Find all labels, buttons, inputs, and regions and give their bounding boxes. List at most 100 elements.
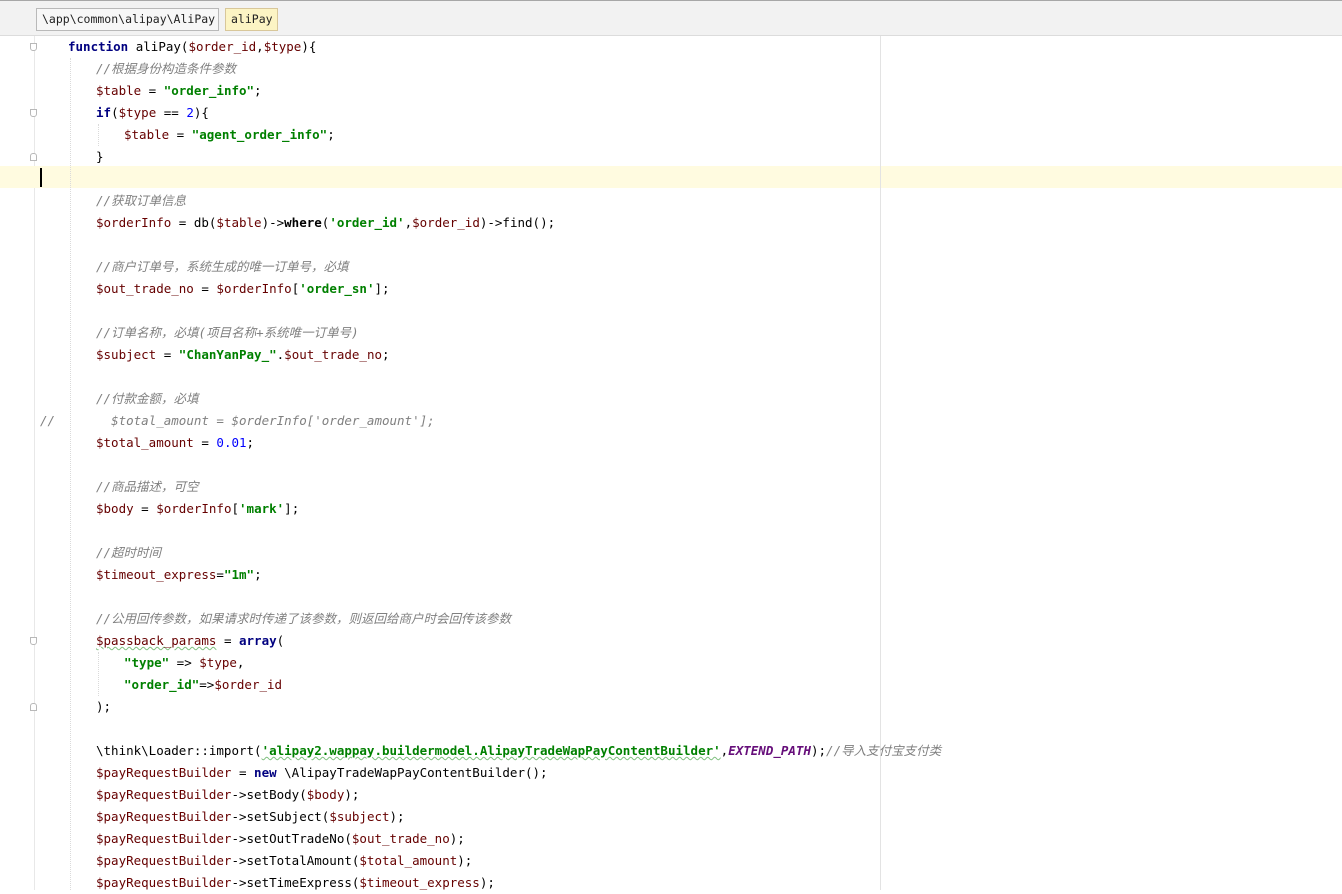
- punct: =>: [169, 655, 200, 670]
- punct: =: [193, 281, 217, 296]
- punct: =: [231, 765, 255, 780]
- code-line[interactable]: }: [96, 146, 104, 168]
- editor-gutter[interactable]: [0, 36, 34, 890]
- code-comment[interactable]: //超时时间: [96, 542, 161, 564]
- code-line[interactable]: $payRequestBuilder->setOutTradeNo($out_t…: [96, 828, 465, 850]
- variable: $timeout_express: [359, 875, 480, 890]
- punct: ){: [301, 39, 317, 54]
- code-line[interactable]: $total_amount = 0.01;: [96, 432, 254, 454]
- punct: =: [133, 501, 157, 516]
- method-name: where: [284, 215, 322, 230]
- string-literal: "ChanYanPay_": [178, 347, 277, 362]
- code-line[interactable]: $payRequestBuilder->setTotalAmount($tota…: [96, 850, 472, 872]
- punct: ];: [284, 501, 300, 516]
- code-line[interactable]: $table = "order_info";: [96, 80, 262, 102]
- string-literal: "type": [124, 655, 170, 670]
- punct: (: [276, 633, 285, 648]
- punct: =: [193, 435, 217, 450]
- breadcrumb-function[interactable]: aliPay: [225, 8, 278, 31]
- variable: $payRequestBuilder: [96, 765, 232, 780]
- keyword: array: [239, 633, 277, 648]
- comment-slashes: //: [40, 413, 56, 428]
- code-line[interactable]: \think\Loader::import('alipay2.wappay.bu…: [96, 740, 941, 762]
- keyword: function: [68, 39, 129, 54]
- punct: ,: [236, 655, 245, 670]
- punct: )->: [261, 215, 285, 230]
- class-path: \think\Loader::import(: [96, 743, 262, 758]
- fold-marker-icon[interactable]: [30, 43, 37, 51]
- inline-comment: //导入支付宝支付类: [826, 743, 942, 758]
- method-call: ->setTimeExpress(: [231, 875, 360, 890]
- string-literal: 'order_sn': [299, 281, 375, 296]
- code-comment[interactable]: //公用回传参数，如果请求时传递了该参数，则返回给商户时会回传该参数: [96, 608, 511, 630]
- fold-marker-icon[interactable]: [30, 153, 37, 161]
- code-line[interactable]: if($type == 2){: [96, 102, 209, 124]
- variable: $payRequestBuilder: [96, 809, 232, 824]
- punct: =: [216, 567, 224, 582]
- variable: $body: [96, 501, 134, 516]
- code-line[interactable]: $payRequestBuilder->setTimeExpress($time…: [96, 872, 495, 894]
- code-comment[interactable]: //付款金额，必填: [96, 388, 199, 410]
- punct: );: [457, 853, 473, 868]
- breadcrumb-bar: \app\common\alipay\AliPay aliPay: [0, 0, 1342, 36]
- variable: $order_id: [412, 215, 480, 230]
- code-line[interactable]: );: [96, 696, 111, 718]
- punct: ;: [254, 567, 262, 582]
- punct: );: [449, 831, 465, 846]
- punct: ;: [254, 83, 262, 98]
- number-literal: 2: [186, 105, 194, 120]
- punct: ,: [256, 39, 264, 54]
- commented-code: $total_amount = $orderInfo['order_amount…: [111, 413, 435, 428]
- breadcrumb-file-path[interactable]: \app\common\alipay\AliPay: [36, 8, 219, 31]
- code-line[interactable]: function aliPay($order_id,$type){: [68, 36, 316, 58]
- string-literal: "order_info": [163, 83, 255, 98]
- commented-out-line[interactable]: // $total_amount = $orderInfo['order_amou…: [40, 410, 435, 432]
- code-line[interactable]: $payRequestBuilder = new \AlipayTradeWap…: [96, 762, 548, 784]
- method-call: ->setSubject(: [231, 809, 330, 824]
- code-line[interactable]: $timeout_express="1m";: [96, 564, 262, 586]
- code-line[interactable]: "type" => $type,: [124, 652, 244, 674]
- variable: $orderInfo: [156, 501, 232, 516]
- code-comment[interactable]: //商户订单号，系统生成的唯一订单号，必填: [96, 256, 349, 278]
- fold-marker-icon[interactable]: [30, 637, 37, 645]
- code-comment[interactable]: //获取订单信息: [96, 190, 186, 212]
- code-line[interactable]: $payRequestBuilder->setBody($body);: [96, 784, 359, 806]
- variable: $order_id: [214, 677, 283, 692]
- variable: $table: [124, 127, 170, 142]
- punct: ==: [156, 105, 187, 120]
- variable: $orderInfo: [216, 281, 292, 296]
- gutter-divider: [34, 36, 35, 890]
- code-line[interactable]: "order_id"=>$order_id: [124, 674, 282, 696]
- fold-marker-icon[interactable]: [30, 109, 37, 117]
- variable: $payRequestBuilder: [96, 853, 232, 868]
- variable: $total_amount: [96, 435, 194, 450]
- code-line[interactable]: $passback_params = array(: [96, 630, 284, 652]
- code-comment[interactable]: //订单名称，必填(项目名称+系统唯一订单号): [96, 322, 359, 344]
- method-call: ->setBody(: [231, 787, 307, 802]
- code-line[interactable]: $out_trade_no = $orderInfo['order_sn'];: [96, 278, 390, 300]
- variable: $timeout_express: [96, 567, 217, 582]
- punct: =>: [199, 677, 215, 692]
- punct: ,: [404, 215, 413, 230]
- variable: $total_amount: [359, 853, 458, 868]
- variable: $table: [216, 215, 262, 230]
- variable: $type: [199, 655, 237, 670]
- string-literal: "1m": [223, 567, 255, 582]
- code-line[interactable]: $subject = "ChanYanPay_".$out_trade_no;: [96, 344, 390, 366]
- code-line[interactable]: $body = $orderInfo['mark'];: [96, 498, 299, 520]
- code-line[interactable]: $orderInfo = db($table)->where('order_id…: [96, 212, 555, 234]
- string-literal: 'mark': [239, 501, 285, 516]
- code-comment[interactable]: //商品描述，可空: [96, 476, 199, 498]
- class-name: \AlipayTradeWapPayContentBuilder();: [276, 765, 548, 780]
- code-line[interactable]: $payRequestBuilder->setSubject($subject)…: [96, 806, 405, 828]
- code-comment[interactable]: //根据身份构造条件参数: [96, 58, 236, 80]
- punct: =: [156, 347, 179, 362]
- string-literal: "order_id": [124, 677, 200, 692]
- variable: $table: [96, 83, 142, 98]
- punct: [: [231, 501, 240, 516]
- number-literal: 0.01: [216, 435, 247, 450]
- fold-marker-icon[interactable]: [30, 703, 37, 711]
- code-line[interactable]: $table = "agent_order_info";: [124, 124, 335, 146]
- variable: $out_trade_no: [284, 347, 383, 362]
- string-literal: "agent_order_info": [191, 127, 328, 142]
